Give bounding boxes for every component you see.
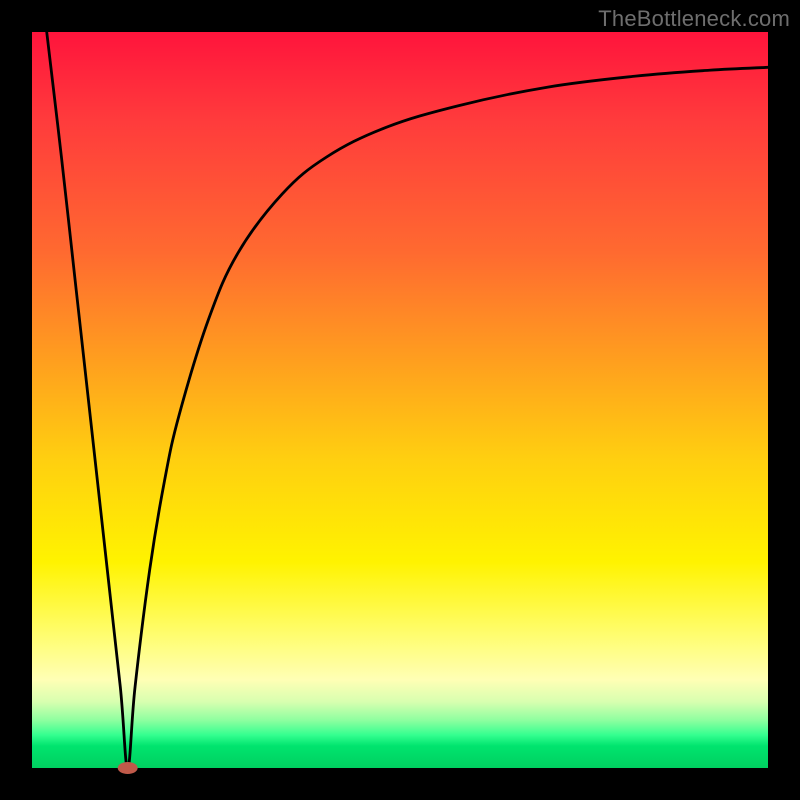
optimum-marker — [118, 762, 138, 774]
plot-area — [32, 32, 768, 768]
chart-frame: TheBottleneck.com — [0, 0, 800, 800]
watermark-text: TheBottleneck.com — [598, 6, 790, 32]
bottleneck-curve — [47, 32, 768, 768]
curve-svg — [32, 32, 768, 768]
